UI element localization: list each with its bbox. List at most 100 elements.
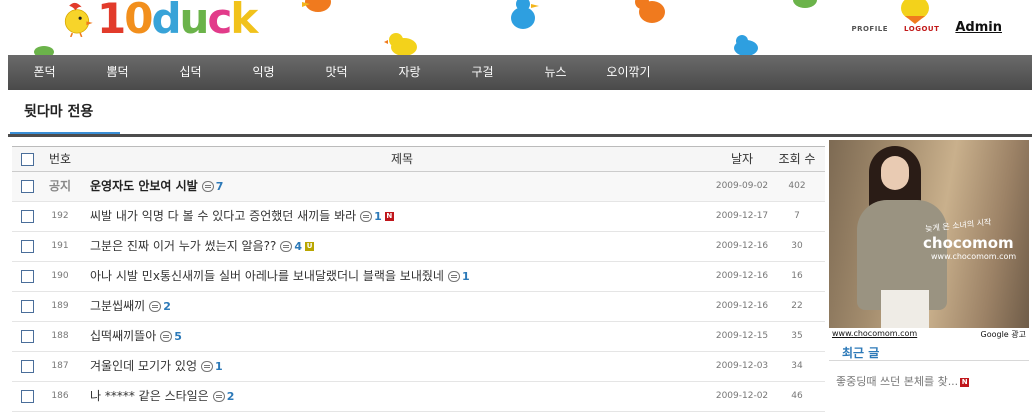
duck-decoration-icon [302,0,331,12]
ad-footer: www.chocomom.com Google 광고 [829,329,1029,340]
main-nav: 폰덕 뽐덕 십덕 익명 맛덕 자랑 구걸 뉴스 오이깎기 [8,55,1032,90]
comment-count[interactable]: 2 [163,300,171,313]
duck-decoration-icon [511,0,539,29]
column-header-date: 날자 [730,152,754,166]
nav-item-ppomdeok[interactable]: 뽐덕 [81,55,154,90]
row-num: 186 [51,391,69,401]
row-date: 2009-12-17 [715,211,769,221]
post-list: 번호 제목 날자 조회 수 공지 운영자도 안보여 시발 7 2009-09-02… [12,146,825,412]
table-row: 187 겨울인데 모기가 있엉 1 2009-12-03 34 [12,352,825,382]
comment-count[interactable]: 7 [216,180,224,193]
profile-link[interactable]: PROFILE [851,25,888,33]
nav-item-matdeok[interactable]: 맛덕 [300,55,373,90]
recent-post-item[interactable]: 좋중딩때 쓰던 본체를 찾... N [836,373,970,389]
new-badge: N [384,212,394,221]
nav-item-pondeok[interactable]: 폰덕 [8,55,81,90]
row-title-wrap: 십떡쌔끼뜰아 5 [90,322,182,351]
post-title-link[interactable]: 겨울인데 모기가 있엉 [90,359,197,373]
row-num: 191 [51,241,69,251]
nav-item-jarang[interactable]: 자랑 [373,55,446,90]
row-date: 2009-12-16 [715,301,769,311]
table-row: 186 나 ***** 같은 스타일은 2 2009-12-02 46 [12,382,825,412]
row-views: 22 [791,301,803,311]
row-checkbox[interactable] [21,300,34,313]
post-title-link[interactable]: 아나 시발 민x통신새끼들 실버 아레나를 보내달랬더니 블랙을 보내줬네 [90,269,444,283]
row-num: 192 [51,211,69,221]
post-title-link[interactable]: 나 ***** 같은 스타일은 [90,389,209,403]
logo-text: 10duck [97,0,258,43]
row-date: 2009-09-02 [715,181,769,191]
nav-item-anonymous[interactable]: 익명 [227,55,300,90]
row-views: 34 [791,361,803,371]
ad-footer-link[interactable]: www.chocomom.com [832,329,917,338]
site-logo[interactable]: 10duck [57,0,258,44]
logo-char: 0 [124,0,153,43]
logo-char: c [207,0,232,43]
row-num: 공지 [48,179,72,193]
row-title-wrap: 그분은 진짜 이거 누가 썼는지 알음?? 4 U [90,232,315,261]
duck-decoration-icon [384,33,417,55]
tab-board-current[interactable]: 뒷다마 전용 [10,90,120,134]
row-title-wrap: 겨울인데 모기가 있엉 1 [90,352,223,381]
table-row: 191 그분은 진짜 이거 누가 썼는지 알음?? 4 U 2009-12-16 3… [12,232,825,262]
new-badge: N [960,377,970,387]
duck-decoration-icon [734,35,758,55]
table-row: 공지 운영자도 안보여 시발 7 2009-09-02 402 [12,172,825,202]
row-checkbox[interactable] [21,360,34,373]
comment-count[interactable]: 2 [227,390,235,403]
table-row: 192 씨발 내가 익명 다 볼 수 있다고 증언했던 새끼들 봐라 1 N 200… [12,202,825,232]
comment-count[interactable]: 5 [174,330,182,343]
nav-item-sipdeok[interactable]: 십덕 [154,55,227,90]
post-title-link[interactable]: 십떡쌔끼뜰아 [90,329,156,343]
row-title-wrap: 그분씹쌔끼 2 [90,292,171,321]
ad-model-skirt [881,290,929,328]
comment-icon [201,181,214,192]
logo-char: d [151,0,181,43]
ad-image[interactable]: 늦게 온 소녀의 시작 chocomom www.chocomom.com [829,140,1029,328]
sidebar-ad[interactable]: 늦게 온 소녀의 시작 chocomom www.chocomom.com ww… [829,140,1029,340]
row-date: 2009-12-03 [715,361,769,371]
column-header-views: 조회 수 [778,152,816,166]
comment-count[interactable]: 4 [294,240,302,253]
post-title-link[interactable]: 씨발 내가 익명 다 볼 수 있다고 증언했던 새끼들 봐라 [90,209,356,223]
post-title-link[interactable]: 그분씹쌔끼 [90,299,145,313]
recent-posts-title: 최근 글 [842,346,880,360]
row-date: 2009-12-15 [715,331,769,341]
table-row: 189 그분씹쌔끼 2 2009-12-16 22 [12,292,825,322]
logout-link[interactable]: LOGOUT [904,25,939,33]
row-title-wrap: 나 ***** 같은 스타일은 2 [90,382,234,411]
comment-icon [160,331,173,342]
row-num: 187 [51,361,69,371]
table-row: 190 아나 시발 민x통신새끼들 실버 아레나를 보내달랬더니 블랙을 보내줬… [12,262,825,292]
row-views: 402 [788,181,806,191]
nav-item-news[interactable]: 뉴스 [519,55,592,90]
divider [829,360,1029,361]
comment-count[interactable]: 1 [215,360,223,373]
recent-post-title[interactable]: 좋중딩때 쓰던 본체를 찾... [836,375,958,388]
nav-item-gugeol[interactable]: 구걸 [446,55,519,90]
row-checkbox[interactable] [21,330,34,343]
row-checkbox[interactable] [21,390,34,403]
row-views: 16 [791,271,803,281]
duck-decoration-icon [793,0,817,8]
comment-count[interactable]: 1 [374,210,382,223]
row-date: 2009-12-16 [715,271,769,281]
post-title-link[interactable]: 운영자도 안보여 시발 [90,179,198,193]
row-checkbox[interactable] [21,180,34,193]
ad-brand: chocomom [923,234,1014,252]
row-title-wrap: 아나 시발 민x통신새끼들 실버 아레나를 보내달랬더니 블랙을 보내줬네 1 [90,262,470,291]
ad-footer-label[interactable]: Google 광고 [981,329,1026,340]
post-title-link[interactable]: 그분은 진짜 이거 누가 썼는지 알음?? [90,239,276,253]
site-header: 10duck PROFILE LOGOUT Admin [0,0,1034,55]
logo-char: u [179,0,210,43]
row-title-wrap: 씨발 내가 익명 다 볼 수 있다고 증언했던 새끼들 봐라 1 N [90,202,394,231]
comment-count[interactable]: 1 [462,270,470,283]
duck-decoration-icon [635,0,665,23]
user-name-link[interactable]: Admin [955,20,1002,35]
row-checkbox[interactable] [21,270,34,283]
row-checkbox[interactable] [21,240,34,253]
nav-item-oikkakki[interactable]: 오이깎기 [592,55,665,90]
top-links: PROFILE LOGOUT Admin [851,20,1002,35]
row-date: 2009-12-02 [715,391,769,401]
row-checkbox[interactable] [21,210,34,223]
